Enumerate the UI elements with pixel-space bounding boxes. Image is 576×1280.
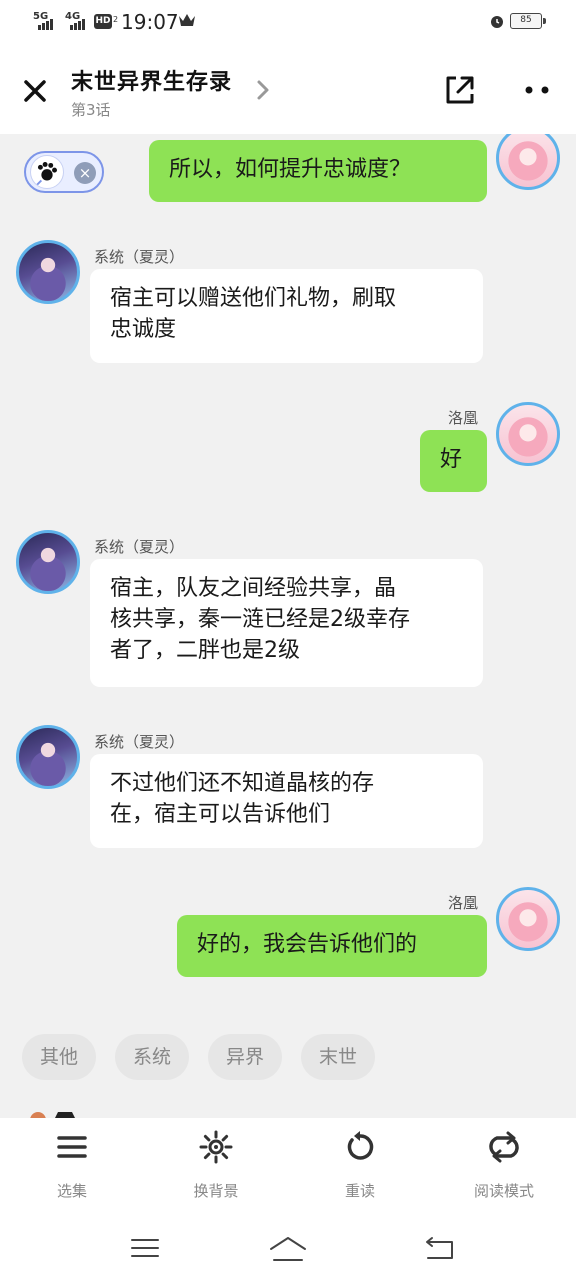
status-bar: 5G 4G HD 2 19:07 85 bbox=[0, 0, 576, 44]
sender-name: 洛凰 bbox=[448, 894, 479, 912]
top-bar: 末世异界生存录 第3话 bbox=[0, 44, 576, 134]
message-line: 宿主可以赠送他们礼物，刷取 bbox=[110, 286, 397, 311]
battery-indicator: 85 bbox=[510, 13, 546, 29]
user-avatar[interactable] bbox=[496, 134, 560, 190]
tag-chip[interactable]: 异界 bbox=[208, 1034, 282, 1080]
bottom-toolbar: 选集 换背景 重读 阅读模式 bbox=[0, 1118, 576, 1218]
close-icon[interactable]: × bbox=[74, 162, 96, 184]
system-avatar[interactable] bbox=[16, 530, 80, 594]
reading-mode-button[interactable]: 阅读模式 bbox=[449, 1118, 559, 1218]
message-text: 好的，我会告诉他们的 bbox=[197, 932, 418, 957]
paw-icon[interactable] bbox=[30, 155, 64, 189]
alarm-icon bbox=[491, 16, 503, 28]
system-message-bubble[interactable]: 宿主可以赠送他们礼物，刷取 忠诚度 bbox=[90, 269, 483, 363]
message-line: 者了，二胖也是2级 bbox=[110, 638, 300, 663]
message-line: 忠诚度 bbox=[110, 317, 177, 342]
user-avatar[interactable] bbox=[496, 887, 560, 951]
message-line: 不过他们还不知道晶核的存 bbox=[110, 771, 375, 796]
user-avatar[interactable] bbox=[496, 402, 560, 466]
toolbar-label: 选集 bbox=[56, 1182, 87, 1200]
toolbar-label: 换背景 bbox=[193, 1182, 239, 1200]
back-icon[interactable] bbox=[422, 1234, 456, 1262]
signal-icon bbox=[70, 14, 85, 30]
chapter-label: 第3话 bbox=[71, 101, 111, 119]
system-message-bubble[interactable]: 不过他们还不知道晶核的存 在，宿主可以告诉他们 bbox=[90, 754, 483, 848]
more-icon[interactable] bbox=[520, 80, 554, 100]
signal-icon bbox=[38, 14, 53, 30]
replay-icon bbox=[347, 1131, 374, 1160]
user-message-bubble[interactable]: 好 bbox=[420, 430, 487, 492]
episodes-button[interactable]: 选集 bbox=[17, 1118, 127, 1218]
toolbar-label: 阅读模式 bbox=[473, 1182, 534, 1200]
floating-assistant-pill[interactable]: × bbox=[24, 151, 104, 193]
chevron-right-icon[interactable] bbox=[255, 78, 271, 102]
page-title[interactable]: 末世异界生存录 bbox=[71, 64, 232, 96]
change-background-button[interactable]: 换背景 bbox=[161, 1118, 271, 1218]
tag-chip[interactable]: 系统 bbox=[115, 1034, 189, 1080]
loop-icon bbox=[489, 1131, 519, 1163]
hd-badge: HD bbox=[94, 14, 112, 29]
next-avatar-peek bbox=[30, 1112, 75, 1118]
user-message-bubble[interactable]: 所以，如何提升忠诚度？ bbox=[149, 140, 487, 202]
system-navigation-bar bbox=[0, 1218, 576, 1280]
home-icon[interactable] bbox=[268, 1234, 308, 1264]
sender-name: 洛凰 bbox=[448, 409, 479, 427]
sender-name: 系统（夏灵） bbox=[94, 248, 185, 266]
tag-chip[interactable]: 其他 bbox=[22, 1034, 96, 1080]
sender-name: 系统（夏灵） bbox=[94, 733, 185, 751]
hd-sub-label: 2 bbox=[113, 15, 119, 24]
status-time: 19:07 bbox=[121, 10, 179, 34]
user-message-bubble[interactable]: 好的，我会告诉他们的 bbox=[177, 915, 487, 977]
crown-icon bbox=[179, 14, 195, 26]
system-message-bubble[interactable]: 宿主，队友之间经验共享，晶 核共享，秦一涟已经是2级幸存 者了，二胖也是2级 bbox=[90, 559, 483, 687]
reread-button[interactable]: 重读 bbox=[305, 1118, 415, 1218]
system-avatar[interactable] bbox=[16, 240, 80, 304]
chat-area[interactable]: × 所以，如何提升忠诚度？ 系统（夏灵） 宿主可以赠送他们礼物，刷取 忠诚度 洛… bbox=[0, 134, 576, 1118]
menu-icon[interactable] bbox=[129, 1234, 161, 1262]
message-text: 所以，如何提升忠诚度？ bbox=[169, 157, 412, 182]
message-line: 在，宿主可以告诉他们 bbox=[110, 802, 331, 827]
system-avatar[interactable] bbox=[16, 725, 80, 789]
tag-chip[interactable]: 末世 bbox=[301, 1034, 375, 1080]
list-icon bbox=[57, 1136, 87, 1158]
message-text: 好 bbox=[440, 447, 463, 472]
brightness-icon bbox=[199, 1130, 233, 1164]
toolbar-label: 重读 bbox=[344, 1182, 375, 1200]
share-icon[interactable] bbox=[442, 72, 478, 108]
sender-name: 系统（夏灵） bbox=[94, 538, 185, 556]
close-icon[interactable] bbox=[18, 74, 52, 108]
message-line: 宿主，队友之间经验共享，晶 bbox=[110, 576, 397, 601]
message-line: 核共享，秦一涟已经是2级幸存 bbox=[110, 607, 410, 632]
